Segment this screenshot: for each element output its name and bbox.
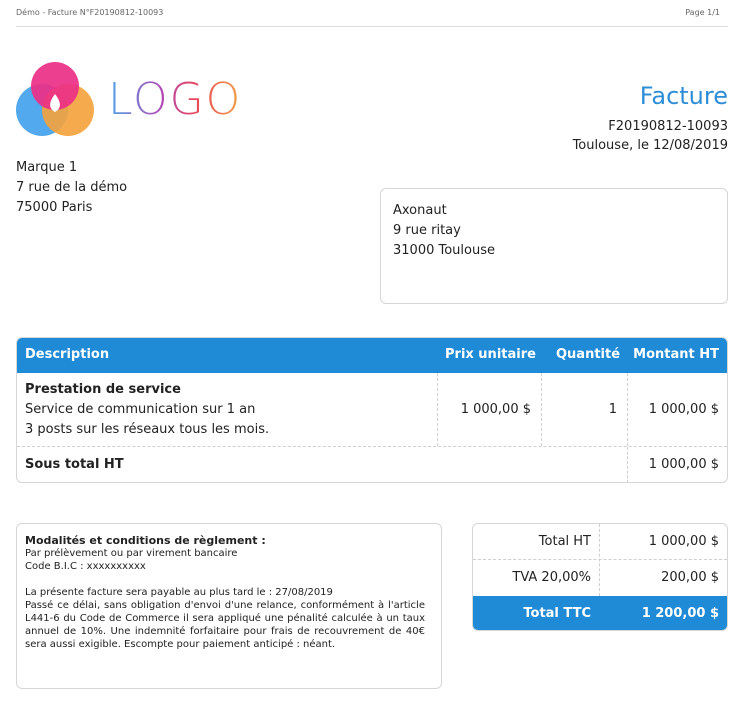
payment-terms-box: Modalités et conditions de règlement : P…: [16, 523, 442, 689]
total-ht-value: 1 000,00 $: [648, 534, 719, 549]
total-ttc-value: 1 200,00 $: [641, 606, 719, 621]
item-title: Prestation de service: [25, 382, 181, 397]
page-header-title: Démo - Facture N°F20190812-10093: [16, 8, 164, 17]
header-quantity: Quantité: [556, 347, 621, 362]
totals-box: Total HT 1 000,00 $ TVA 20,00% 200,00 $ …: [472, 523, 728, 631]
item-unit-price: 1 000,00 $: [460, 402, 531, 417]
terms-payment-method: Par prélèvement ou par virement bancaire: [25, 548, 238, 559]
invoice-place-date: Toulouse, le 12/08/2019: [572, 138, 728, 153]
column-divider: [437, 373, 438, 446]
sender-city: 75000 Paris: [16, 200, 93, 215]
client-city: 31000 Toulouse: [393, 243, 495, 258]
logo-wordmark: LOGO: [108, 74, 243, 125]
item-quantity: 1: [608, 402, 617, 417]
column-divider: [627, 447, 628, 482]
column-divider: [541, 373, 542, 446]
tva-label: TVA 20,00%: [512, 570, 591, 585]
sender-address: Marque 1 7 rue de la démo 75000 Paris: [16, 158, 127, 218]
total-ttc-label: Total TTC: [523, 606, 591, 621]
tva-row: TVA 20,00% 200,00 $: [473, 560, 727, 596]
document-title: Facture: [639, 82, 728, 110]
subtotal-row: Sous total HT 1 000,00 $: [17, 447, 727, 482]
terms-penalty: Passé ce délai, sans obligation d'envoi …: [25, 600, 425, 650]
total-ht-label: Total HT: [538, 534, 591, 549]
sender-street: 7 rue de la démo: [16, 180, 128, 195]
terms-bic: Code B.I.C : xxxxxxxxxx: [25, 561, 146, 572]
client-name: Axonaut: [393, 203, 447, 218]
header-divider: [16, 26, 728, 27]
items-table-header: Description Prix unitaire Quantité Monta…: [17, 338, 727, 373]
item-amount: 1 000,00 $: [648, 402, 719, 417]
column-divider: [627, 373, 628, 446]
terms-title: Modalités et conditions de règlement :: [25, 534, 266, 547]
item-description-line: Service de communication sur 1 an: [25, 402, 256, 417]
header-amount: Montant HT: [633, 347, 719, 362]
client-address-box: Axonaut 9 rue ritay 31000 Toulouse: [380, 188, 728, 304]
subtotal-value: 1 000,00 $: [648, 457, 719, 472]
tva-value: 200,00 $: [661, 570, 719, 585]
page-number: Page 1/1: [685, 8, 720, 17]
total-ttc-row: Total TTC 1 200,00 $: [473, 596, 727, 630]
total-ht-row: Total HT 1 000,00 $: [473, 524, 727, 560]
item-description-line: 3 posts sur les réseaux tous les mois.: [25, 422, 270, 437]
items-table: Description Prix unitaire Quantité Monta…: [16, 337, 728, 483]
header-unit-price: Prix unitaire: [445, 347, 536, 362]
client-street: 9 rue ritay: [393, 223, 461, 238]
terms-due-date: La présente facture sera payable au plus…: [25, 587, 333, 598]
sender-name: Marque 1: [16, 160, 78, 175]
table-row: Prestation de service Service de communi…: [17, 373, 727, 447]
header-description: Description: [25, 347, 110, 362]
subtotal-label: Sous total HT: [25, 457, 124, 472]
invoice-number: F20190812-10093: [608, 119, 728, 134]
